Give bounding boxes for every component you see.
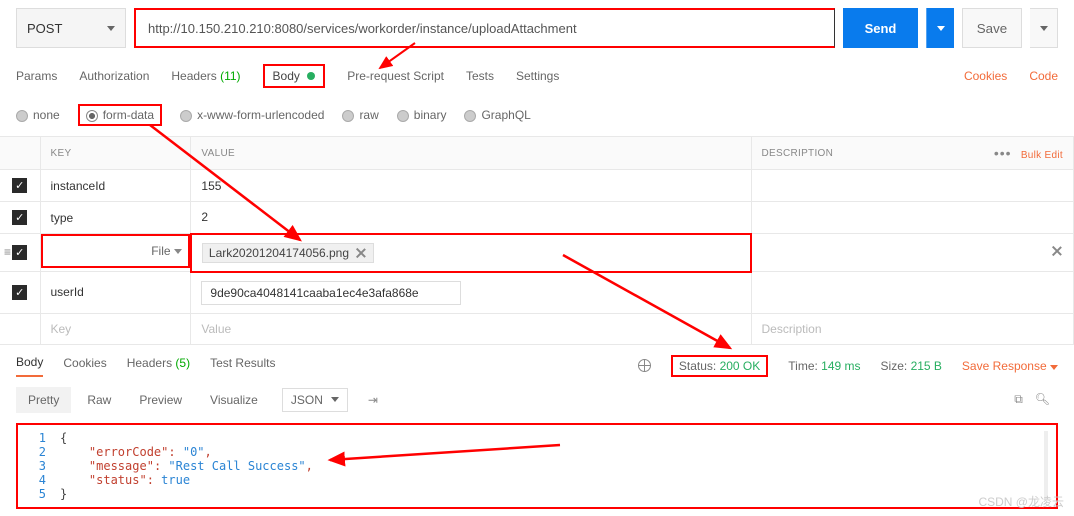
view-visualize[interactable]: Visualize	[198, 387, 270, 413]
format-select[interactable]: JSON	[282, 388, 348, 412]
body-graphql[interactable]: GraphQL	[464, 108, 530, 122]
row-checkbox[interactable]: ✓	[12, 245, 27, 260]
body-none[interactable]: none	[16, 108, 60, 122]
value-placeholder[interactable]: Value	[191, 313, 751, 344]
table-row: ≡ ✓ File Lark20201204174056.png	[0, 234, 1074, 272]
radio-icon	[342, 110, 354, 122]
response-tab-headers[interactable]: Headers (5)	[127, 356, 190, 376]
size-badge: Size: 215 B	[881, 359, 942, 373]
save-dropdown[interactable]	[1030, 8, 1058, 48]
chevron-down-icon	[174, 249, 182, 254]
url-input[interactable]: http://10.150.210.210:8080/services/work…	[134, 8, 835, 48]
tab-authorization[interactable]: Authorization	[79, 69, 149, 83]
send-button[interactable]: Send	[843, 8, 918, 48]
col-head-value: VALUE	[191, 137, 751, 170]
radio-icon	[464, 110, 476, 122]
key-cell[interactable]: instanceId	[40, 170, 191, 202]
radio-icon	[16, 110, 28, 122]
response-tab-tests[interactable]: Test Results	[210, 356, 275, 376]
http-method-select[interactable]: POST	[16, 8, 126, 48]
send-dropdown[interactable]	[926, 8, 954, 48]
save-button[interactable]: Save	[962, 8, 1022, 48]
radio-icon	[397, 110, 409, 122]
table-row-placeholder: Key Value Description	[0, 313, 1074, 344]
view-preview[interactable]: Preview	[127, 387, 194, 413]
response-tab-body[interactable]: Body	[16, 355, 43, 377]
tab-params[interactable]: Params	[16, 69, 57, 83]
body-form-data[interactable]: form-data	[78, 104, 162, 126]
chevron-down-icon	[1050, 365, 1058, 370]
description-cell[interactable]	[751, 170, 1074, 202]
tab-prerequest[interactable]: Pre-request Script	[347, 69, 444, 83]
active-dot-icon	[307, 72, 315, 80]
value-cell[interactable]: 9de90ca4048141caaba1ec4e3afa868e	[191, 272, 751, 314]
delete-row-icon[interactable]	[1051, 245, 1063, 257]
body-urlencoded[interactable]: x-www-form-urlencoded	[180, 108, 324, 122]
radio-icon	[86, 110, 98, 122]
cookies-link[interactable]: Cookies	[964, 69, 1007, 83]
value-cell[interactable]: 155	[191, 170, 751, 202]
copy-icon[interactable]: ⧉	[1014, 392, 1023, 407]
bulk-edit-link[interactable]: Bulk Edit	[1021, 150, 1063, 161]
row-drag-icon[interactable]: ≡	[4, 245, 11, 259]
col-head-description: DESCRIPTION ••• Bulk Edit	[751, 137, 1074, 170]
key-cell[interactable]: File	[41, 234, 190, 268]
search-icon[interactable]: 🔍︎	[1035, 392, 1050, 407]
description-cell[interactable]	[751, 234, 1074, 272]
remove-file-icon[interactable]	[355, 247, 367, 259]
save-response-dropdown[interactable]: Save Response	[962, 359, 1058, 373]
table-row: ✓ type 2	[0, 202, 1074, 234]
watermark: CSDN @龙凌云	[978, 493, 1064, 510]
scrollbar[interactable]	[1044, 431, 1048, 501]
tab-body[interactable]: Body	[263, 64, 326, 88]
chevron-down-icon	[107, 26, 115, 31]
http-method-value: POST	[27, 21, 62, 36]
chevron-down-icon	[937, 26, 945, 31]
code-link[interactable]: Code	[1029, 69, 1058, 83]
response-tab-cookies[interactable]: Cookies	[63, 356, 106, 376]
key-placeholder[interactable]: Key	[40, 313, 191, 344]
table-row: ✓ userId 9de90ca4048141caaba1ec4e3afa868…	[0, 272, 1074, 314]
table-row: ✓ instanceId 155	[0, 170, 1074, 202]
radio-icon	[180, 110, 192, 122]
key-cell[interactable]: userId	[40, 272, 191, 314]
tab-settings[interactable]: Settings	[516, 69, 559, 83]
status-badge: Status: 200 OK	[671, 355, 768, 377]
row-checkbox[interactable]: ✓	[12, 178, 27, 193]
key-cell[interactable]: type	[40, 202, 191, 234]
view-raw[interactable]: Raw	[75, 387, 123, 413]
body-raw[interactable]: raw	[342, 108, 378, 122]
more-icon[interactable]: •••	[994, 145, 1012, 161]
description-cell[interactable]	[751, 202, 1074, 234]
response-body[interactable]: 1{ 2 "errorCode": "0", 3 "message": "Res…	[16, 423, 1058, 509]
col-head-enable	[0, 137, 40, 170]
tab-tests[interactable]: Tests	[466, 69, 494, 83]
value-cell[interactable]: 2	[191, 202, 751, 234]
view-pretty[interactable]: Pretty	[16, 387, 71, 413]
form-data-table: KEY VALUE DESCRIPTION ••• Bulk Edit ✓ in…	[0, 136, 1074, 345]
file-chip[interactable]: Lark20201204174056.png	[202, 243, 374, 263]
col-head-key: KEY	[40, 137, 191, 170]
chevron-down-icon	[331, 397, 339, 402]
time-badge: Time: 149 ms	[788, 359, 860, 373]
globe-icon[interactable]	[638, 359, 651, 372]
wrap-lines-icon[interactable]: ⇥	[362, 387, 384, 413]
description-cell[interactable]	[751, 272, 1074, 314]
row-checkbox[interactable]: ✓	[12, 285, 27, 300]
chevron-down-icon	[1040, 26, 1048, 31]
value-cell[interactable]: Lark20201204174056.png	[191, 234, 751, 272]
tab-headers[interactable]: Headers (11)	[171, 69, 240, 83]
body-binary[interactable]: binary	[397, 108, 447, 122]
row-checkbox[interactable]: ✓	[12, 210, 27, 225]
description-placeholder[interactable]: Description	[751, 313, 1074, 344]
